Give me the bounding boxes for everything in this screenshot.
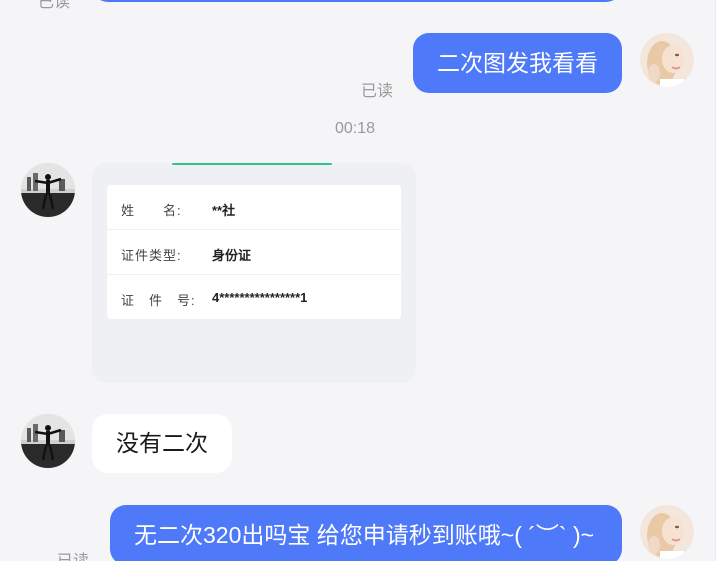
id-row-number: 证 件 号: 4****************1 bbox=[107, 275, 401, 319]
woman-portrait-icon bbox=[640, 505, 694, 559]
message-text: 没有二次 bbox=[116, 430, 208, 456]
read-status: 已读 bbox=[38, 0, 71, 11]
self-avatar[interactable] bbox=[640, 33, 694, 87]
read-status: 已读 bbox=[361, 83, 394, 100]
peer-avatar[interactable] bbox=[21, 163, 75, 217]
silhouette-landscape-icon bbox=[21, 163, 75, 217]
id-label: 证件类型: bbox=[121, 248, 182, 263]
woman-portrait-icon bbox=[640, 33, 694, 87]
chat-thread[interactable]: 已读 二次图发我看看 已读 00:18 姓 名: **社 证件类型: 身份证 证… bbox=[0, 0, 716, 561]
image-message[interactable]: 姓 名: **社 证件类型: 身份证 证 件 号: 4*************… bbox=[92, 163, 416, 383]
id-row-name: 姓 名: **社 bbox=[107, 185, 401, 230]
id-info-card: 姓 名: **社 证件类型: 身份证 证 件 号: 4*************… bbox=[107, 185, 401, 319]
id-value: 4****************1 bbox=[212, 290, 308, 305]
silhouette-landscape-icon bbox=[21, 414, 75, 468]
message-bubble-partial[interactable] bbox=[92, 0, 622, 2]
id-value: 身份证 bbox=[212, 248, 252, 263]
id-label: 姓 名: bbox=[121, 203, 182, 218]
id-row-type: 证件类型: 身份证 bbox=[107, 230, 401, 275]
read-status: 已读 bbox=[57, 547, 89, 561]
message-text: 二次图发我看看 bbox=[437, 49, 598, 76]
image-edge-decoration bbox=[172, 163, 332, 165]
self-avatar[interactable] bbox=[640, 505, 694, 559]
message-timestamp: 00:18 bbox=[335, 120, 376, 137]
message-text: 无二次320出吗宝 给您申请秒到账哦~( ´︶` )~ bbox=[134, 521, 595, 548]
message-bubble-incoming[interactable]: 没有二次 bbox=[92, 414, 232, 473]
message-bubble-outgoing[interactable]: 二次图发我看看 bbox=[413, 33, 622, 93]
message-bubble-outgoing[interactable]: 无二次320出吗宝 给您申请秒到账哦~( ´︶` )~ bbox=[110, 505, 622, 561]
peer-avatar[interactable] bbox=[21, 414, 75, 468]
id-value: **社 bbox=[212, 203, 236, 218]
id-label: 证 件 号: bbox=[121, 293, 196, 308]
scrollbar[interactable] bbox=[715, 0, 726, 561]
